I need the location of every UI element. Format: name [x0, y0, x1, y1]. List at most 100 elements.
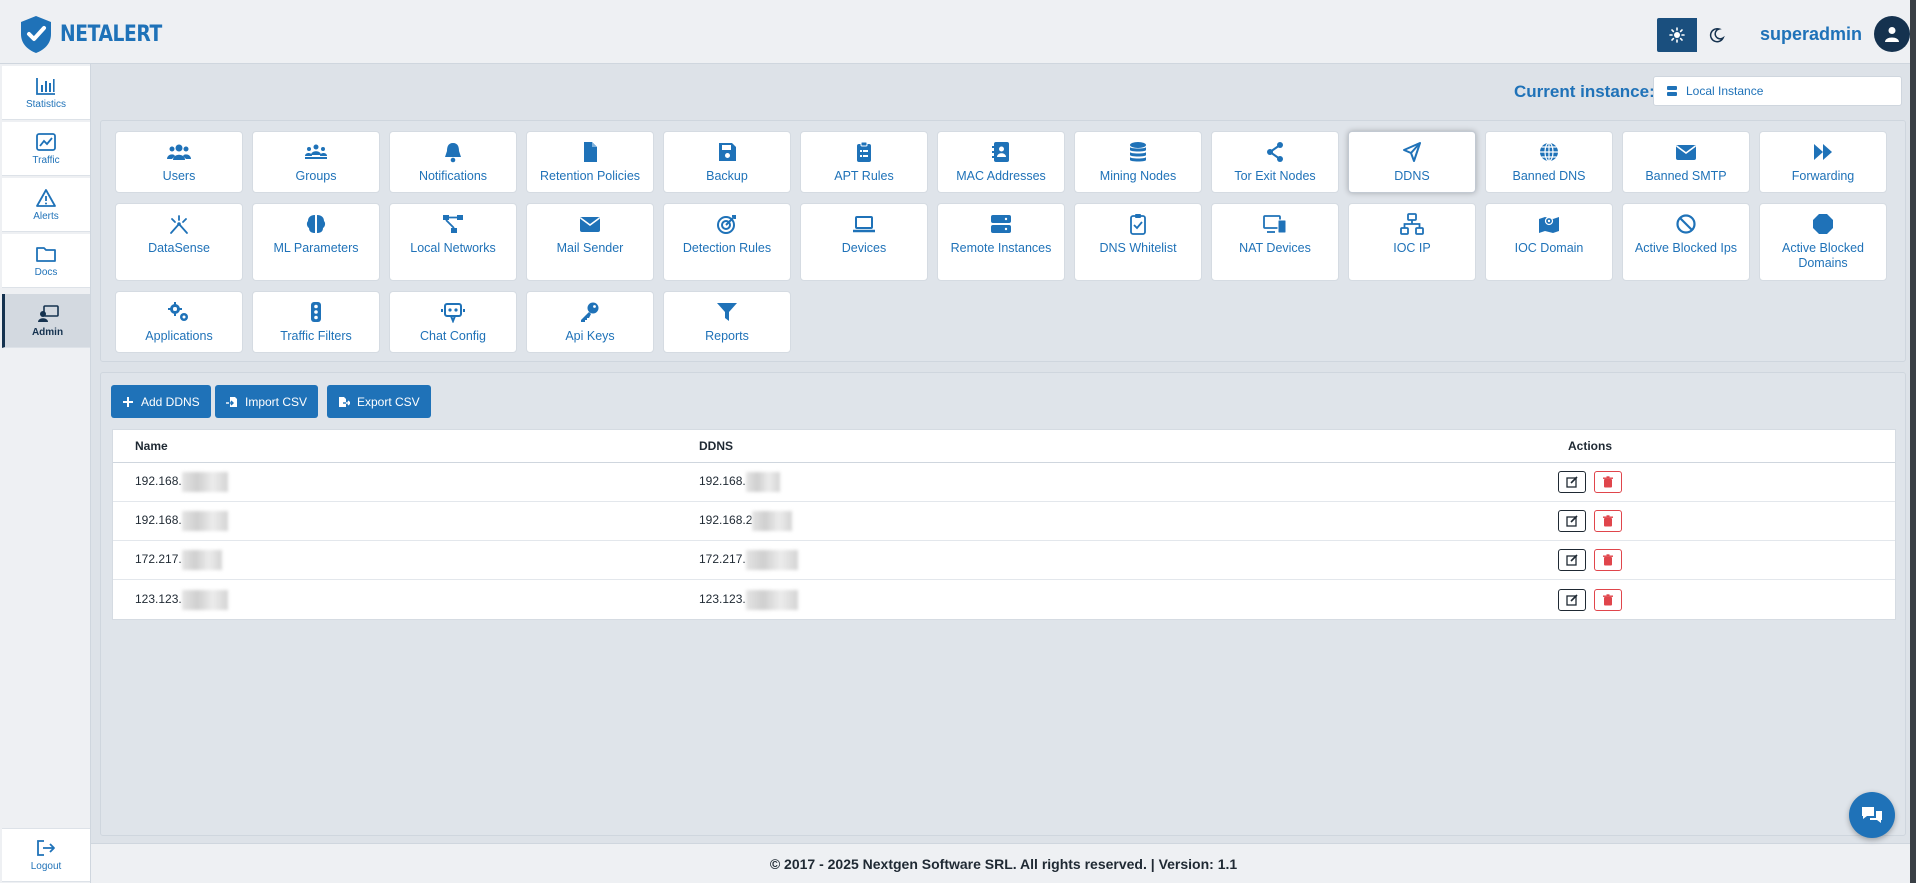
- tile-label: MAC Addresses: [956, 169, 1046, 183]
- tile-backup[interactable]: Backup: [663, 131, 791, 193]
- tile-retention-policies[interactable]: Retention Policies: [526, 131, 654, 193]
- server-icon: [991, 215, 1011, 233]
- redacted-text: [745, 550, 798, 570]
- tile-devices[interactable]: Devices: [800, 203, 928, 281]
- envelope-icon: [580, 217, 600, 232]
- tile-mac-addresses[interactable]: MAC Addresses: [937, 131, 1065, 193]
- tile-mining-nodes[interactable]: Mining Nodes: [1074, 131, 1202, 193]
- tile-mail-sender[interactable]: Mail Sender: [526, 203, 654, 281]
- tile-traffic-filters[interactable]: Traffic Filters: [252, 291, 380, 353]
- bar-chart-icon: [36, 77, 55, 95]
- redacted-text: [181, 589, 228, 610]
- tile-ioc-ip[interactable]: IOC IP: [1348, 203, 1476, 281]
- delete-button[interactable]: [1594, 588, 1622, 611]
- envelope-icon: [1676, 145, 1696, 160]
- warning-icon: [36, 188, 56, 207]
- dark-theme-button[interactable]: [1697, 18, 1737, 52]
- delete-button[interactable]: [1594, 510, 1622, 532]
- tile-ddns[interactable]: DDNS: [1348, 131, 1476, 193]
- table-row: 192.168. 192.168.2: [113, 502, 1895, 541]
- trash-icon: [1603, 593, 1613, 605]
- tile-local-networks[interactable]: Local Networks: [389, 203, 517, 281]
- brand-logo[interactable]: NETALERT: [18, 14, 180, 54]
- edit-button[interactable]: [1558, 588, 1586, 611]
- tile-label: ML Parameters: [273, 241, 359, 255]
- delete-button[interactable]: [1594, 471, 1622, 493]
- sidebar-item-admin[interactable]: Admin: [2, 294, 90, 348]
- share-icon: [1267, 142, 1283, 162]
- tile-label: DDNS: [1394, 169, 1430, 183]
- chat-button[interactable]: [1849, 792, 1895, 838]
- tile-banned-smtp[interactable]: Banned SMTP: [1622, 131, 1750, 193]
- network-icon: [443, 215, 463, 233]
- sidebar-item-label: Traffic: [32, 154, 60, 166]
- sidebar-item-statistics[interactable]: Statistics: [2, 66, 90, 120]
- tile-nat-devices[interactable]: NAT Devices: [1211, 203, 1339, 281]
- tile-chat-config[interactable]: Chat Config: [389, 291, 517, 353]
- sidebar-item-traffic[interactable]: Traffic: [2, 122, 90, 176]
- send-icon: [1403, 142, 1421, 162]
- edit-button[interactable]: [1558, 510, 1586, 532]
- edit-button[interactable]: [1558, 471, 1586, 493]
- user-menu[interactable]: superadmin: [1760, 16, 1911, 52]
- ddns-table: Name DDNS Actions 192.168. 192.168. 192.…: [112, 429, 1896, 620]
- admin-tiles-panel: Users Groups Notifications Retention Pol…: [100, 120, 1906, 362]
- avatar[interactable]: [1874, 16, 1911, 52]
- instance-select[interactable]: Local Instance: [1653, 76, 1902, 106]
- sidebar-item-label: Admin: [31, 326, 64, 338]
- tile-label: Mining Nodes: [1099, 169, 1177, 183]
- file-export-icon: [339, 396, 350, 407]
- tile-active-blocked-domains[interactable]: Active Blocked Domains: [1759, 203, 1887, 281]
- tile-groups[interactable]: Groups: [252, 131, 380, 193]
- name-value: 192.168.: [135, 513, 182, 528]
- sidebar-item-label: Docs: [34, 266, 58, 278]
- cell-ddns: 123.123.: [699, 589, 1285, 610]
- redacted-text: [752, 511, 793, 531]
- light-theme-button[interactable]: [1657, 18, 1697, 52]
- sidebar-item-alerts[interactable]: Alerts: [2, 178, 90, 232]
- tile-notifications[interactable]: Notifications: [389, 131, 517, 193]
- tile-label: Applications: [145, 329, 213, 343]
- sidebar-item-docs[interactable]: Docs: [2, 234, 90, 288]
- add-ddns-button[interactable]: Add DDNS: [111, 385, 211, 418]
- globe-icon: [1540, 142, 1558, 162]
- import-csv-button[interactable]: Import CSV: [215, 385, 319, 418]
- footer-text: © 2017 - 2025 Nextgen Software SRL. All …: [769, 855, 1238, 872]
- tile-active-blocked-ips[interactable]: Active Blocked Ips: [1622, 203, 1750, 281]
- redacted-text: [181, 511, 228, 531]
- tile-reports[interactable]: Reports: [663, 291, 791, 353]
- tile-users[interactable]: Users: [115, 131, 243, 193]
- tile-ioc-domain[interactable]: IOC Domain: [1485, 203, 1613, 281]
- sun-icon: [1669, 27, 1685, 43]
- folder-icon: [36, 246, 56, 262]
- tile-ml-parameters[interactable]: ML Parameters: [252, 203, 380, 281]
- tile-label: Active Blocked Domains: [1782, 241, 1864, 270]
- server-icon: [1667, 86, 1677, 96]
- window-scrollbar[interactable]: [1910, 0, 1916, 883]
- tile-datasense[interactable]: DataSense: [115, 203, 243, 281]
- name-value: 192.168.: [135, 474, 182, 489]
- edit-button[interactable]: [1558, 549, 1586, 571]
- tile-label: Notifications: [418, 169, 488, 183]
- logout-button[interactable]: Logout: [2, 828, 90, 882]
- export-csv-button[interactable]: Export CSV: [327, 385, 431, 418]
- tile-detection-rules[interactable]: Detection Rules: [663, 203, 791, 281]
- tile-label: Devices: [841, 241, 887, 255]
- tile-forwarding[interactable]: Forwarding: [1759, 131, 1887, 193]
- shield-check-icon: [21, 16, 51, 53]
- users-icon: [167, 144, 191, 160]
- tile-remote-instances[interactable]: Remote Instances: [937, 203, 1065, 281]
- name-value: 172.217.: [135, 552, 182, 567]
- delete-button[interactable]: [1594, 549, 1622, 571]
- logout-icon: [37, 840, 55, 856]
- tile-tor-exit-nodes[interactable]: Tor Exit Nodes: [1211, 131, 1339, 193]
- tile-api-keys[interactable]: Api Keys: [526, 291, 654, 353]
- tile-apt-rules[interactable]: APT Rules: [800, 131, 928, 193]
- tile-applications[interactable]: Applications: [115, 291, 243, 353]
- traffic-light-icon: [311, 302, 321, 322]
- tile-banned-dns[interactable]: Banned DNS: [1485, 131, 1613, 193]
- tile-dns-whitelist[interactable]: DNS Whitelist: [1074, 203, 1202, 281]
- column-header-ddns[interactable]: DDNS: [699, 439, 1285, 453]
- column-header-name[interactable]: Name: [113, 439, 699, 453]
- add-ddns-label: Add DDNS: [141, 394, 200, 409]
